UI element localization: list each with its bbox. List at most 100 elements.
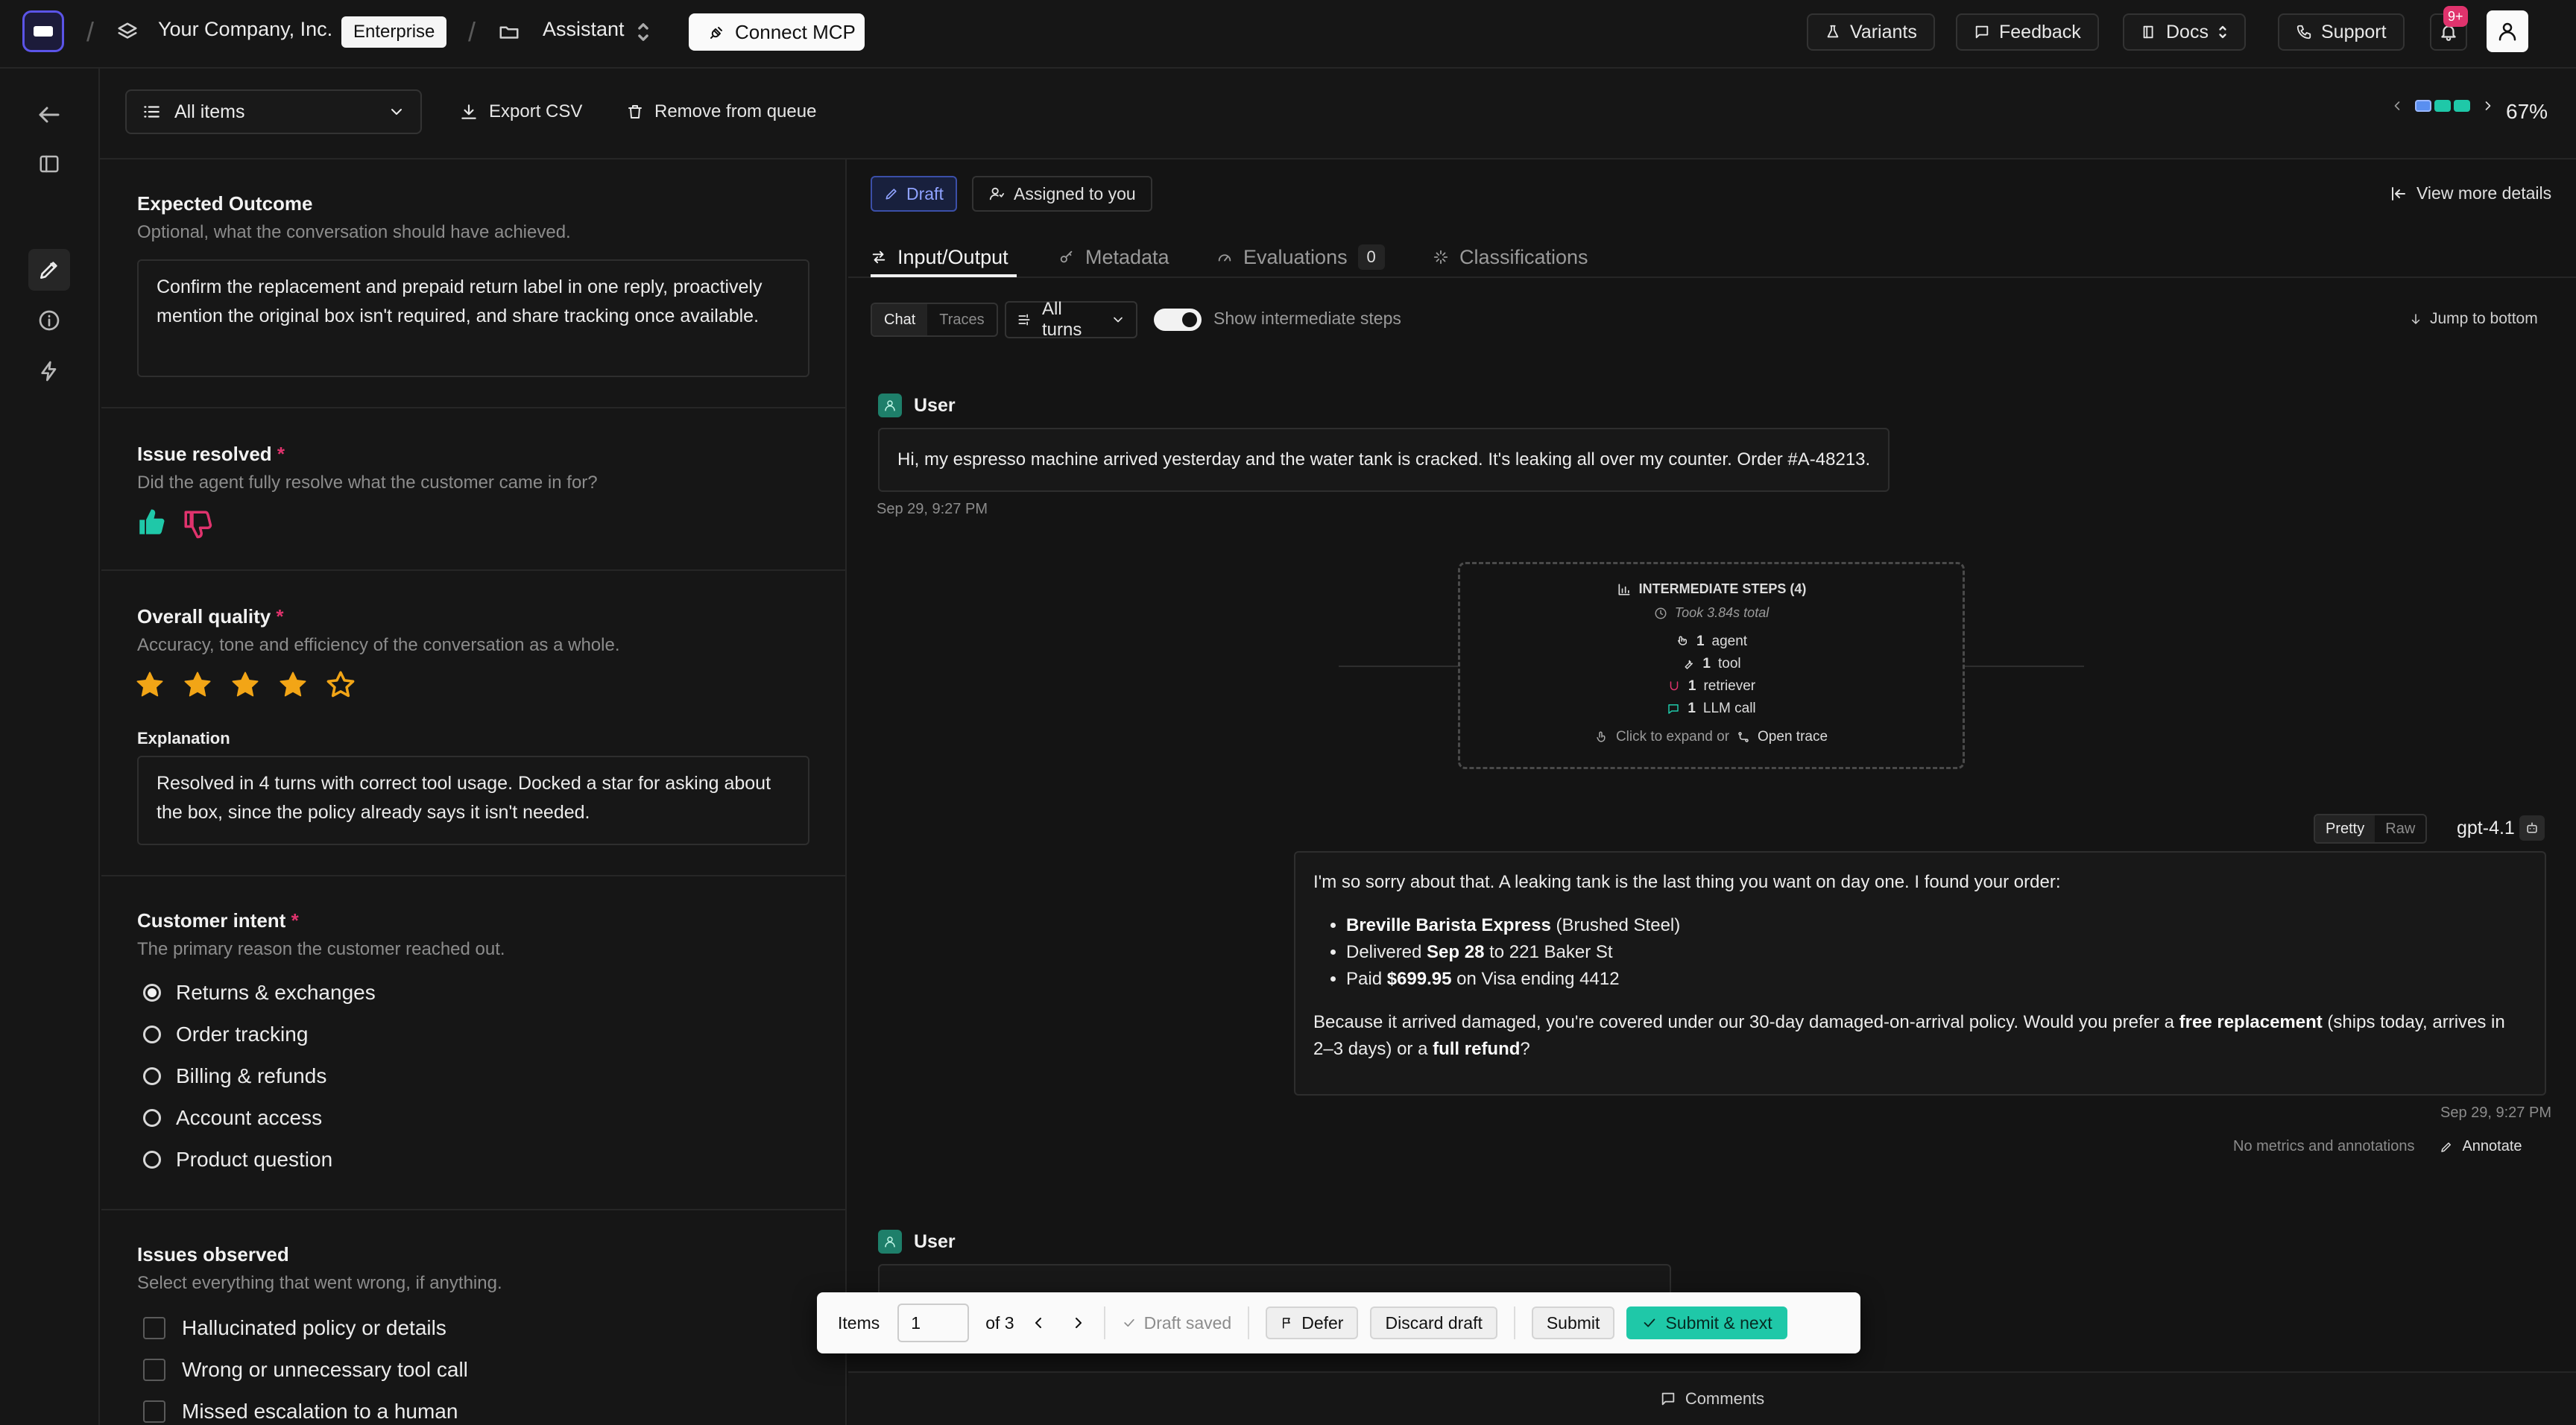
assistant-offer: Because it arrived damaged, you're cover… [1313, 1009, 2527, 1063]
click-to-expand-label: Click to expand or [1615, 729, 1730, 745]
turns-filter-select[interactable]: All turns [1005, 299, 1137, 340]
intent-option[interactable]: Order tracking [143, 1023, 308, 1046]
view-more-details-button[interactable]: View more details [2390, 183, 2551, 203]
star-empty-icon[interactable] [325, 669, 356, 701]
checkbox[interactable] [143, 1317, 165, 1339]
progress-dot[interactable] [2454, 100, 2470, 112]
page-number-input[interactable]: 1 [897, 1304, 970, 1342]
feedback-button[interactable]: Feedback [1956, 13, 2099, 51]
step-llm: 1 LLM call [1458, 701, 1965, 717]
progress-dot[interactable] [2434, 100, 2451, 112]
radio-button[interactable] [143, 1109, 161, 1127]
remove-from-queue-button[interactable]: Remove from queue [626, 95, 816, 128]
radio-button[interactable] [143, 1026, 161, 1043]
chat-view-button[interactable]: Chat [872, 304, 928, 335]
support-button[interactable]: Support [2278, 13, 2405, 51]
model-name: gpt-4.1 [2457, 818, 2515, 838]
comments-label: Comments [1685, 1389, 1765, 1408]
review-action-bar: Items 1 of 3 Draft saved Defer Discard d… [817, 1292, 1860, 1353]
chevron-down-icon [388, 103, 405, 121]
radio-button[interactable] [143, 1151, 161, 1169]
breadcrumb-project[interactable]: Assistant [543, 18, 625, 41]
divider [1248, 1306, 1250, 1339]
connect-mcp-button[interactable]: Connect MCP [689, 13, 865, 51]
intent-option[interactable]: Billing & refunds [143, 1064, 326, 1088]
offer-refund: full refund [1433, 1039, 1521, 1059]
variants-button[interactable]: Variants [1807, 13, 1935, 51]
traces-view-button[interactable]: Traces [927, 304, 996, 335]
intent-option[interactable]: Product question [143, 1148, 332, 1172]
tab-input-output[interactable]: Input/Output [871, 238, 1008, 276]
radio-button[interactable] [143, 984, 161, 1002]
annotate-button[interactable]: Annotate [2440, 1138, 2522, 1155]
intent-option[interactable]: Returns & exchanges [143, 981, 376, 1005]
raw-button[interactable]: Raw [2375, 815, 2425, 842]
customer-intent-title: Customer intent * [137, 909, 299, 932]
issue-resolved-title: Issue resolved * [137, 443, 285, 466]
open-trace-link[interactable]: Open trace [1758, 729, 1828, 745]
progress-dot[interactable] [2415, 100, 2431, 112]
overall-quality-label: Overall quality [137, 605, 271, 628]
export-csv-button[interactable]: Export CSV [459, 95, 582, 128]
star-filled-icon[interactable] [277, 669, 309, 701]
items-filter-select[interactable]: All items [125, 89, 422, 134]
flask-icon [1825, 24, 1841, 40]
paid-amount: $699.95 [1386, 969, 1452, 989]
issue-option[interactable]: Wrong or unnecessary tool call [143, 1358, 468, 1382]
issues-observed-subtitle: Select everything that went wrong, if an… [137, 1273, 502, 1293]
submit-button[interactable]: Submit [1531, 1306, 1615, 1339]
steps-title-row: INTERMEDIATE STEPS (4) [1458, 581, 1965, 597]
support-label: Support [2321, 21, 2387, 42]
user-avatar[interactable] [2487, 10, 2528, 52]
customer-intent-label: Customer intent [137, 909, 286, 932]
user-label: User [914, 394, 956, 416]
checkbox[interactable] [143, 1400, 165, 1423]
thumbs-down-icon[interactable] [182, 508, 213, 540]
breadcrumb-company[interactable]: Your Company, Inc. [158, 18, 332, 41]
chevron-left-icon[interactable] [1029, 1314, 1047, 1332]
explanation-label: Explanation [137, 729, 230, 748]
chevron-left-icon[interactable] [2390, 98, 2405, 113]
lightning-icon[interactable] [28, 350, 70, 392]
assigned-pill[interactable]: Assigned to you [972, 176, 1152, 212]
star-filled-icon[interactable] [230, 669, 261, 701]
view-more-details-label: View more details [2416, 183, 2552, 203]
edit-pencil-icon[interactable] [28, 249, 70, 291]
intent-option[interactable]: Account access [143, 1106, 322, 1130]
thumbs-up-icon[interactable] [136, 507, 167, 538]
active-tab-indicator [871, 274, 1017, 277]
explanation-field[interactable]: Resolved in 4 turns with correct tool us… [137, 756, 809, 845]
tab-metadata[interactable]: Metadata [1058, 238, 1169, 276]
discard-draft-button[interactable]: Discard draft [1370, 1306, 1497, 1339]
expected-outcome-subtitle: Optional, what the conversation should h… [137, 222, 571, 242]
tab-evaluations[interactable]: Evaluations 0 [1216, 238, 1385, 276]
message-timestamp: Sep 29, 9:27 PM [877, 501, 988, 517]
submit-next-button[interactable]: Submit & next [1626, 1306, 1787, 1339]
issue-option[interactable]: Hallucinated policy or details [143, 1316, 446, 1340]
issue-option[interactable]: Missed escalation to a human [143, 1400, 458, 1424]
jump-to-bottom-button[interactable]: Jump to bottom [2409, 310, 2538, 328]
chevron-right-icon[interactable] [1070, 1314, 1087, 1332]
expected-outcome-field[interactable]: Confirm the replacement and prepaid retu… [137, 259, 809, 377]
radio-button[interactable] [143, 1067, 161, 1085]
comments-bar[interactable]: Comments [848, 1371, 2576, 1425]
app-logo[interactable] [22, 10, 64, 52]
checkbox[interactable] [143, 1359, 165, 1381]
sidebar-toggle-icon[interactable] [28, 143, 70, 185]
annotation-row: No metrics and annotations Annotate [2233, 1138, 2522, 1155]
star-filled-icon[interactable] [134, 669, 165, 701]
star-filled-icon[interactable] [182, 669, 213, 701]
section-divider [101, 1209, 845, 1210]
defer-button[interactable]: Defer [1266, 1306, 1359, 1339]
chevron-updown-icon[interactable] [635, 19, 651, 45]
tab-classifications[interactable]: Classifications [1433, 238, 1588, 276]
info-icon[interactable] [28, 300, 70, 341]
star-rating[interactable] [134, 669, 356, 701]
back-arrow-icon[interactable] [28, 94, 70, 136]
docs-button[interactable]: Docs [2123, 13, 2246, 51]
required-marker: * [276, 605, 284, 628]
draft-status-pill[interactable]: Draft [871, 176, 957, 212]
issue-option-label: Hallucinated policy or details [182, 1316, 446, 1339]
pretty-button[interactable]: Pretty [2315, 815, 2375, 842]
chevron-right-icon[interactable] [2481, 98, 2496, 113]
